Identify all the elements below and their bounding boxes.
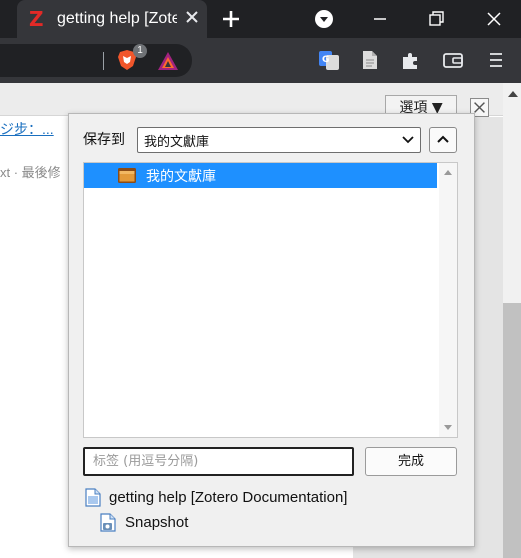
shields-count-badge: 1 xyxy=(133,44,147,58)
webpage-icon xyxy=(85,488,101,507)
toolbar-separator xyxy=(103,52,104,70)
browser-tab[interactable]: Z getting help [Zotero Documentation] xyxy=(17,0,207,38)
snapshot-icon xyxy=(100,513,116,532)
restore-icon[interactable] xyxy=(425,8,447,30)
library-select-value: 我的文獻庫 xyxy=(144,135,210,150)
menu-icon[interactable] xyxy=(485,49,507,71)
page-link[interactable]: ジ步：... xyxy=(0,119,54,139)
brave-rewards-icon[interactable] xyxy=(157,50,179,72)
tree-scrollbar[interactable] xyxy=(439,163,457,437)
tree-row-my-library[interactable]: 我的文獻庫 xyxy=(84,163,437,188)
collapse-tree-button[interactable] xyxy=(429,127,457,153)
scroll-down-arrow-icon[interactable] xyxy=(444,425,452,430)
tab-search-icon[interactable] xyxy=(314,9,334,29)
tab-strip: Z getting help [Zotero Documentation] xyxy=(0,0,521,38)
extensions-puzzle-icon[interactable] xyxy=(400,49,422,71)
done-button[interactable]: 完成 xyxy=(365,447,457,476)
attachment-title: Snapshot xyxy=(125,514,189,531)
library-select[interactable]: 我的文獻庫 xyxy=(137,127,421,153)
document-icon[interactable] xyxy=(359,49,381,71)
library-folder-icon xyxy=(118,168,136,183)
browser-toolbar: 1 G xyxy=(0,38,521,83)
item-title: getting help [Zotero Documentation] xyxy=(109,489,348,506)
collection-tree[interactable]: 我的文獻庫 xyxy=(83,162,458,438)
scroll-up-arrow-icon[interactable] xyxy=(444,170,452,175)
save-to-label: 保存到 xyxy=(83,132,125,148)
wallet-icon[interactable] xyxy=(442,49,464,71)
tree-item-label: 我的文獻庫 xyxy=(146,169,216,185)
google-translate-icon[interactable]: G xyxy=(318,49,340,71)
close-tab-icon[interactable] xyxy=(183,8,201,26)
tab-title: getting help [Zotero Documentation] xyxy=(57,10,177,27)
close-window-icon[interactable] xyxy=(483,8,505,30)
page-scroll-thumb[interactable] xyxy=(503,303,521,558)
zotero-favicon-icon: Z xyxy=(29,7,44,31)
chevron-up-icon xyxy=(437,135,449,143)
svg-text:G: G xyxy=(322,55,329,65)
tags-input[interactable] xyxy=(83,447,354,476)
page-meta-text: xt · 最後修 xyxy=(0,165,61,180)
scroll-up-arrow-icon[interactable] xyxy=(508,91,518,97)
new-tab-icon[interactable] xyxy=(220,8,242,30)
zotero-save-popup: 保存到 我的文獻庫 我的文獻庫 完成 getting help xyxy=(68,113,475,547)
minimize-icon[interactable] xyxy=(369,8,391,30)
chevron-down-icon xyxy=(402,136,414,144)
